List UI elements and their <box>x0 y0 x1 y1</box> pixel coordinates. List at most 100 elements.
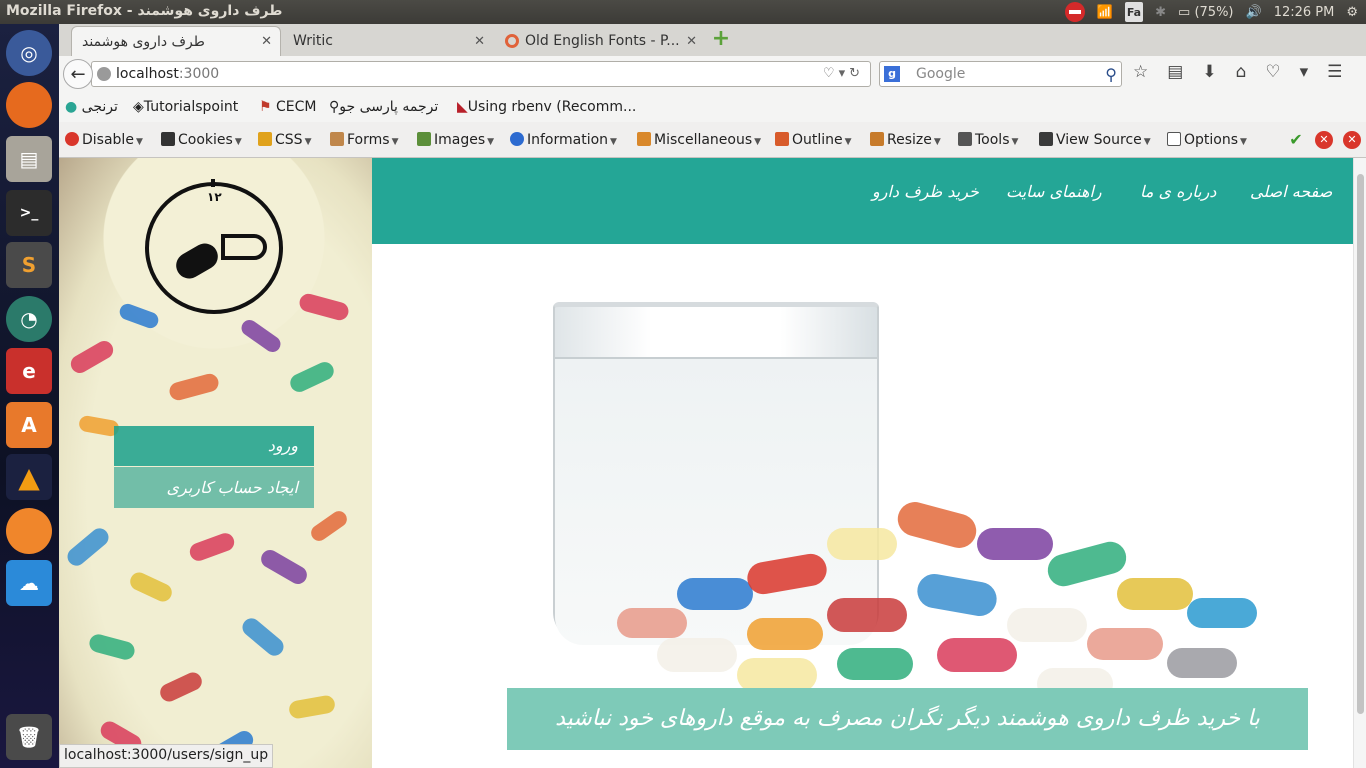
tab-old-english-fonts[interactable]: Old English Fonts - P... ✕ <box>495 26 705 56</box>
url-port: :3000 <box>178 66 220 82</box>
close-tab-icon[interactable]: ✕ <box>261 34 272 49</box>
checkmark-icon[interactable]: ✔ <box>1287 131 1305 149</box>
back-arrow-icon: ← <box>70 63 86 85</box>
bookmarks-toolbar: ● ترنجی ◈Tutorialspoint ⚑ CECM ⚲ترجمه پا… <box>59 92 1366 122</box>
terminal-icon[interactable]: >_ <box>6 190 52 236</box>
url-bar[interactable]: localhost:3000 ♡▾↻ <box>91 61 871 87</box>
page-content: ۱۲ ورود ایجاد حساب کاربری صفحه اصلی دربا… <box>59 158 1366 768</box>
dev-menu-forms[interactable]: Forms ▼ <box>330 132 398 148</box>
search-icon[interactable]: ⚲ <box>1105 63 1117 87</box>
dev-menu-options[interactable]: Options ▼ <box>1167 132 1247 148</box>
close-tab-icon[interactable]: ✕ <box>474 34 485 49</box>
dev-menu-label: Forms <box>347 132 390 148</box>
nav-toolbar: localhost:3000 ♡▾↻ ← g Google ⚲ ☆ ▤ ⬇ ⌂ … <box>59 56 1366 92</box>
top-panel: Mozilla Firefox - طرف داروی هوشمند 📶 Fa … <box>0 0 1366 24</box>
dev-menu-tools[interactable]: Tools ▼ <box>958 132 1018 148</box>
wifi-icon[interactable]: 📶 <box>1097 2 1113 22</box>
bookmark-label: CECM <box>276 99 317 115</box>
dev-menu-outline[interactable]: Outline ▼ <box>775 132 852 148</box>
home-icon[interactable]: ⌂ <box>1236 62 1247 82</box>
bookmark-item[interactable]: ◈Tutorialspoint <box>133 99 238 115</box>
file-manager-icon[interactable]: ▤ <box>6 136 52 182</box>
dev-menu-label: Miscellaneous <box>654 132 753 148</box>
favicon-icon <box>505 34 519 48</box>
overflow-chevron-icon[interactable]: ▾ <box>1300 62 1309 82</box>
page-scrollbar[interactable] <box>1353 158 1366 768</box>
reading-list-icon[interactable]: ▤ <box>1167 62 1183 82</box>
keyboard-layout-indicator[interactable]: Fa <box>1124 2 1144 22</box>
site-identity-icon[interactable] <box>97 67 111 81</box>
nav-guide-link[interactable]: راهنمای سایت <box>1006 182 1102 201</box>
tab-writic[interactable]: Writic ✕ <box>283 26 493 56</box>
sublime-text-icon[interactable]: S <box>6 242 52 288</box>
close-toolbar-icon[interactable]: ✕ <box>1343 131 1361 149</box>
close-tab-icon[interactable]: ✕ <box>686 34 697 49</box>
new-tab-plus-icon[interactable]: + <box>711 28 731 50</box>
gear-icon[interactable]: ⚙ <box>1346 2 1358 22</box>
bookmark-item[interactable]: ⚑ CECM <box>259 99 317 115</box>
nav-home-link[interactable]: صفحه اصلی <box>1250 182 1332 201</box>
pocket-icon[interactable]: ♡ <box>823 66 839 81</box>
capsule-filled-icon <box>171 238 223 284</box>
dev-menu-cookies[interactable]: Cookies ▼ <box>161 132 242 148</box>
outline-pencil-icon <box>775 132 789 146</box>
dev-menu-label: Information <box>527 132 609 148</box>
hamburger-menu-icon[interactable]: ☰ <box>1327 62 1342 82</box>
dev-menu-css[interactable]: CSS ▼ <box>258 132 311 148</box>
dev-menu-label: Outline <box>792 132 843 148</box>
nav-buy-link[interactable]: خرید ظرف دارو <box>872 182 979 201</box>
battery-indicator[interactable]: ▭ (75%) <box>1178 2 1233 22</box>
trash-icon[interactable]: 🗑 <box>6 714 52 760</box>
reload-icon[interactable]: ↻ <box>849 66 864 81</box>
flag-icon: ⚑ <box>259 99 272 115</box>
error-close-icon[interactable]: ✕ <box>1315 131 1333 149</box>
bookmark-item[interactable]: ⚲ترجمه پارسی جو <box>329 99 438 115</box>
search-bar[interactable]: g Google ⚲ <box>879 61 1122 87</box>
volume-icon[interactable]: 🔊 <box>1246 2 1262 22</box>
tools-icon <box>958 132 972 146</box>
signup-link[interactable]: ایجاد حساب کاربری <box>114 467 314 508</box>
clock[interactable]: 12:26 PM <box>1274 2 1335 22</box>
dev-menu-disable[interactable]: Disable ▼ <box>65 132 143 148</box>
download-icon[interactable]: ⬇ <box>1202 62 1216 82</box>
resize-icon <box>870 132 884 146</box>
firefox-icon[interactable] <box>6 82 52 128</box>
text-editor-icon[interactable]: e <box>6 348 52 394</box>
scrollbar-thumb[interactable] <box>1357 174 1364 714</box>
dev-menu-resize[interactable]: Resize ▼ <box>870 132 941 148</box>
stop-icon[interactable] <box>1064 2 1085 22</box>
pocket-icon[interactable]: ♡ <box>1265 62 1280 82</box>
bluetooth-icon[interactable]: ✱ <box>1155 2 1166 22</box>
tab-active[interactable]: طرف داروی هوشمند ✕ <box>71 26 281 56</box>
site-logo[interactable]: ۱۲ <box>145 179 283 314</box>
dev-menu-information[interactable]: Information ▼ <box>510 132 617 148</box>
bookmark-item[interactable]: ● ترنجی <box>65 99 118 115</box>
bookmark-star-icon[interactable]: ☆ <box>1133 62 1148 82</box>
orange-app-icon[interactable] <box>6 508 52 554</box>
cloud-download-icon[interactable]: ☁ <box>6 560 52 606</box>
search-placeholder: Google <box>916 66 966 82</box>
bookmark-favicon-icon: ◈ <box>133 99 144 115</box>
tab-label: طرف داروی هوشمند <box>82 33 205 50</box>
dev-menu-miscellaneous[interactable]: Miscellaneous ▼ <box>637 132 761 148</box>
window-title: Mozilla Firefox - طرف داروی هوشمند <box>6 3 283 19</box>
bookmark-favicon-icon: ● <box>65 99 78 115</box>
search-icon: ⚲ <box>329 99 340 115</box>
tab-label: Old English Fonts - P... <box>525 33 680 49</box>
disable-icon <box>65 132 79 146</box>
dev-menu-view-source[interactable]: View Source ▼ <box>1039 132 1151 148</box>
google-engine-icon[interactable]: g <box>884 66 900 82</box>
back-button[interactable]: ← <box>63 59 93 89</box>
vlc-icon[interactable]: ▲ <box>6 454 52 500</box>
dev-menu-label: Cookies <box>178 132 233 148</box>
dev-menu-images[interactable]: Images ▼ <box>417 132 494 148</box>
network-manager-icon[interactable]: ◔ <box>6 296 52 342</box>
options-icon <box>1167 132 1181 146</box>
nav-about-link[interactable]: درباره ی ما <box>1140 182 1216 201</box>
battery-percent: (75%) <box>1194 4 1234 20</box>
bookmark-item[interactable]: ◣Using rbenv (Recomm... <box>457 99 636 115</box>
software-center-icon[interactable]: A <box>6 402 52 448</box>
ubuntu-dash-icon[interactable]: ◎ <box>6 30 52 76</box>
dropdown-icon[interactable]: ▾ <box>839 66 850 81</box>
login-link[interactable]: ورود <box>114 426 314 466</box>
